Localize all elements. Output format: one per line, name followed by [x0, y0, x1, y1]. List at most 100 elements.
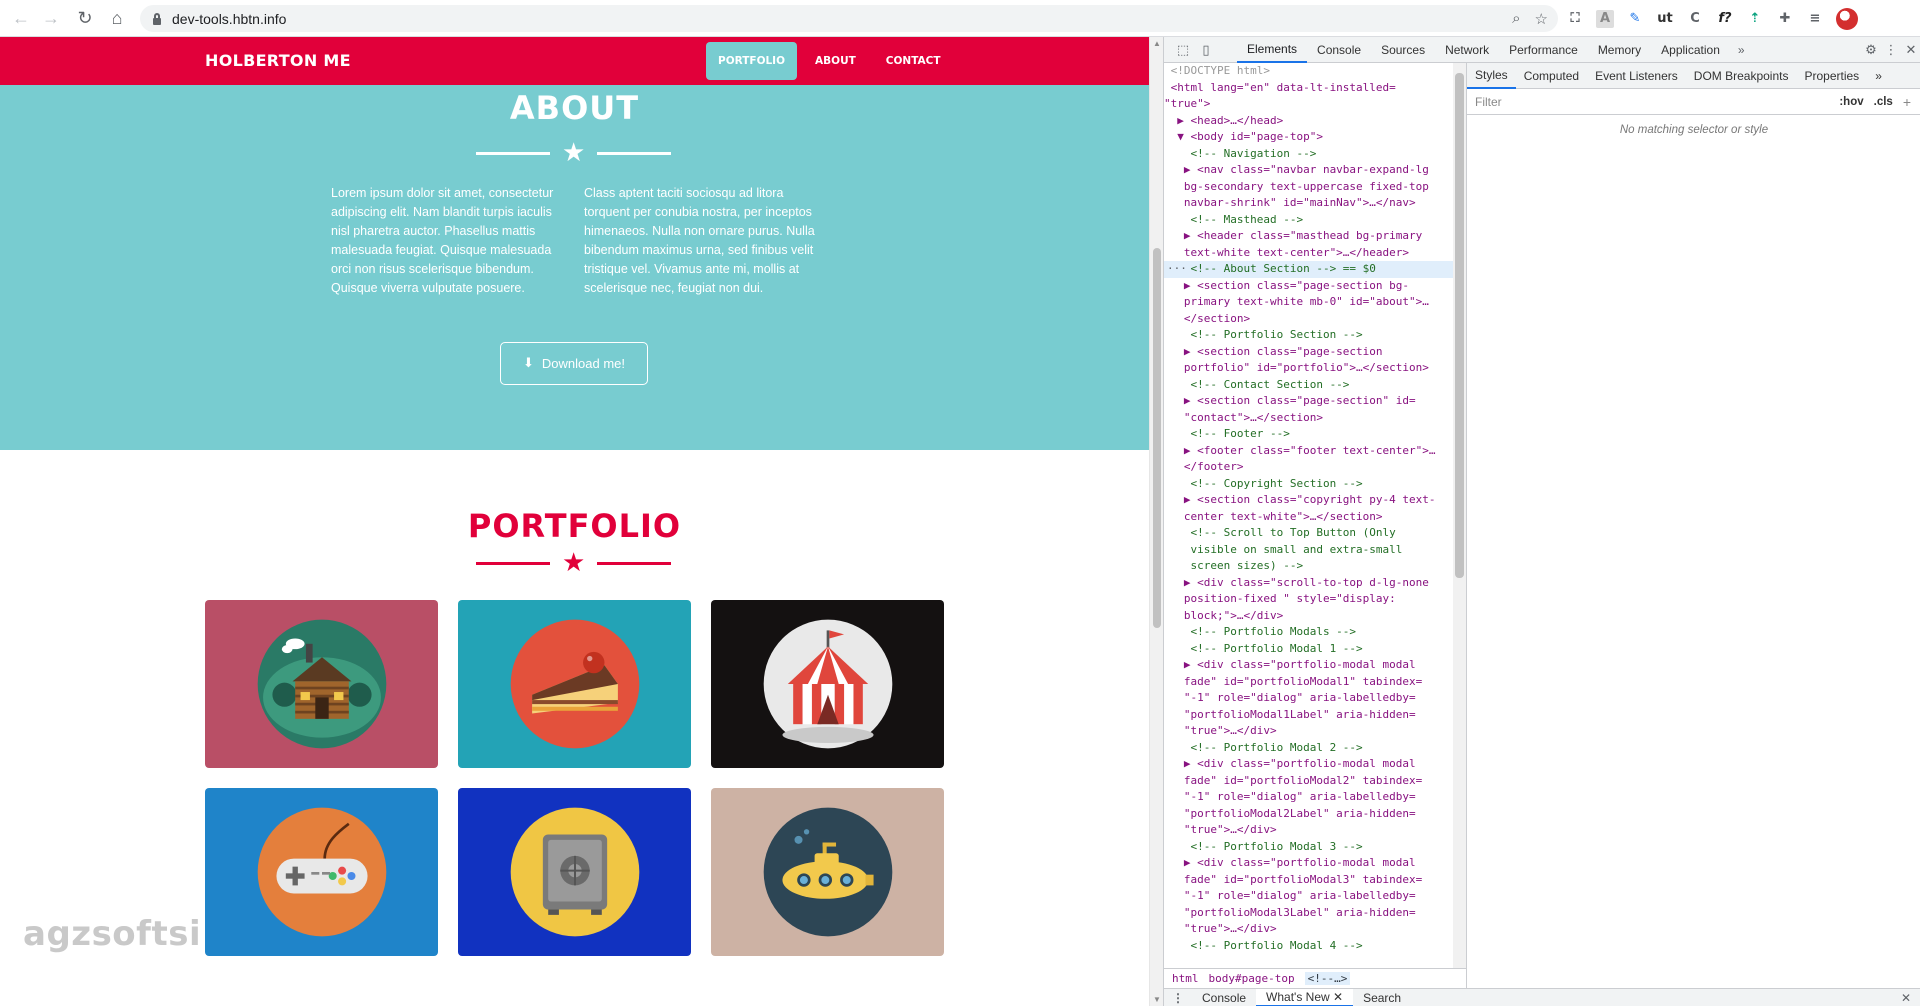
dom-node-line[interactable]: <!-- Footer -->	[1164, 426, 1453, 443]
dom-node-line[interactable]: ▶ <header class="masthead bg-primary	[1164, 228, 1453, 245]
dom-node-line[interactable]: <!DOCTYPE html>	[1164, 63, 1453, 80]
extension-arrow-icon[interactable]: ⇡	[1746, 10, 1764, 28]
dom-node-line[interactable]: ▶ <section class="page-section" id=	[1164, 393, 1453, 410]
dom-node-line[interactable]: <!-- Portfolio Modal 2 -->	[1164, 740, 1453, 757]
drawer-tab-search[interactable]: Search	[1353, 989, 1411, 1006]
dom-node-line[interactable]: <!-- Portfolio Modal 4 -->	[1164, 938, 1453, 955]
dom-node-line[interactable]: <!-- Portfolio Section -->	[1164, 327, 1453, 344]
dom-node-line[interactable]: center text-white">…</section>	[1164, 509, 1453, 526]
scroll-down-arrow-icon[interactable]: ▼	[1153, 995, 1161, 1004]
dom-node-line[interactable]: "true">…</div>	[1164, 822, 1453, 839]
dom-node-line[interactable]: "true">	[1164, 96, 1453, 113]
dom-node-line[interactable]: portfolio" id="portfolio">…</section>	[1164, 360, 1453, 377]
dom-node-line[interactable]: text-white text-center">…</header>	[1164, 245, 1453, 262]
crumb-html[interactable]: html	[1172, 972, 1199, 985]
hov-toggle[interactable]: :hov	[1839, 96, 1863, 108]
url-text[interactable]: dev-tools.hbtn.info	[172, 11, 286, 27]
forward-button[interactable]: →	[36, 3, 66, 33]
dom-node-line[interactable]: ▶ <div class="scroll-to-top d-lg-none	[1164, 575, 1453, 592]
dom-node-line[interactable]: <!-- Copyright Section -->	[1164, 476, 1453, 493]
elements-scrollbar[interactable]	[1453, 63, 1466, 968]
extension-a-icon[interactable]: A	[1596, 9, 1614, 28]
dom-node-line[interactable]: ▶ <head>…</head>	[1164, 113, 1453, 130]
portfolio-item-safe[interactable]	[458, 788, 691, 956]
extension-ut-icon[interactable]: ut	[1656, 10, 1674, 28]
page-scrollbar[interactable]: ▲ ▼	[1149, 37, 1163, 1006]
tab-styles[interactable]: Styles	[1467, 63, 1516, 89]
dom-node-line[interactable]: "-1" role="dialog" aria-labelledby=	[1164, 789, 1453, 806]
scroll-up-arrow-icon[interactable]: ▲	[1153, 39, 1161, 48]
dom-node-line[interactable]: navbar-shrink" id="mainNav">…</nav>	[1164, 195, 1453, 212]
more-options-icon[interactable]: ···	[1167, 261, 1187, 278]
portfolio-item-game[interactable]	[205, 788, 438, 956]
download-button[interactable]: ⬇ Download me!	[500, 342, 648, 385]
dom-node-line[interactable]: ▶ <div class="portfolio-modal modal	[1164, 855, 1453, 872]
dom-node-line[interactable]: ▶ <div class="portfolio-modal modal	[1164, 756, 1453, 773]
extension-c-icon[interactable]: C	[1686, 10, 1704, 28]
crumb-body[interactable]: body#page-top	[1209, 972, 1295, 985]
dom-node-line[interactable]: <html lang="en" data-lt-installed=	[1164, 80, 1453, 97]
drawer-tab-whats-new[interactable]: What's New ✕	[1256, 988, 1354, 1006]
dom-node-line[interactable]: <!-- Portfolio Modal 3 -->	[1164, 839, 1453, 856]
tab-elements[interactable]: Elements	[1237, 37, 1308, 63]
dom-node-line[interactable]: "true">…</div>	[1164, 921, 1453, 938]
puzzle-icon[interactable]: ✚	[1776, 10, 1794, 28]
more-tabs-button[interactable]: »	[1730, 37, 1753, 63]
tab-search-icon[interactable]: ⛶	[1566, 10, 1584, 28]
dom-node-line[interactable]: screen sizes) -->	[1164, 558, 1453, 575]
dom-node-line[interactable]: "-1" role="dialog" aria-labelledby=	[1164, 690, 1453, 707]
gear-icon[interactable]: ⚙	[1863, 42, 1879, 58]
portfolio-item-cake[interactable]	[458, 600, 691, 768]
dom-node-line[interactable]: fade" id="portfolioModal3" tabindex=	[1164, 872, 1453, 889]
dom-node-line[interactable]: ▼ <body id="page-top">	[1164, 129, 1453, 146]
site-brand[interactable]: HOLBERTON ME	[205, 51, 351, 70]
dom-node-line[interactable]: ▶ <section class="page-section	[1164, 344, 1453, 361]
dom-node-line[interactable]: ▶ <nav class="navbar navbar-expand-lg	[1164, 162, 1453, 179]
dom-node-line[interactable]: "true">…</div>	[1164, 723, 1453, 740]
dom-node-line[interactable]: block;">…</div>	[1164, 608, 1453, 625]
tab-application[interactable]: Application	[1651, 37, 1730, 63]
dom-node-line[interactable]: bg-secondary text-uppercase fixed-top	[1164, 179, 1453, 196]
extension-f-icon[interactable]: f?	[1716, 10, 1734, 28]
portfolio-item-circus[interactable]	[711, 600, 944, 768]
drawer-tab-console[interactable]: Console	[1192, 989, 1256, 1006]
add-style-rule-icon[interactable]: +	[1903, 94, 1911, 110]
bookmark-star-icon[interactable]: ☆	[1535, 10, 1548, 28]
dom-node-line[interactable]: <!-- Scroll to Top Button (Only	[1164, 525, 1453, 542]
dom-node-line[interactable]: primary text-white mb-0" id="about">…	[1164, 294, 1453, 311]
dom-node-line[interactable]: "portfolioModal3Label" aria-hidden=	[1164, 905, 1453, 922]
close-tab-icon[interactable]: ✕	[1333, 990, 1343, 1004]
dom-node-line[interactable]: visible on small and extra-small	[1164, 542, 1453, 559]
nav-link-portfolio[interactable]: PORTFOLIO	[706, 42, 798, 80]
dom-node-line[interactable]: <!-- Contact Section -->	[1164, 377, 1453, 394]
dom-node-line[interactable]: fade" id="portfolioModal1" tabindex=	[1164, 674, 1453, 691]
inspect-element-icon[interactable]: ⬚	[1175, 42, 1191, 58]
nav-link-about[interactable]: ABOUT	[803, 42, 868, 80]
extension-feather-icon[interactable]: ✎	[1626, 10, 1644, 28]
address-bar[interactable]: dev-tools.hbtn.info ⌕ ☆	[140, 5, 1558, 32]
dom-node-line[interactable]: </footer>	[1164, 459, 1453, 476]
elements-tree[interactable]: <!DOCTYPE html> <html lang="en" data-lt-…	[1164, 63, 1453, 968]
portfolio-item-submarine[interactable]	[711, 788, 944, 956]
close-drawer-icon[interactable]: ✕	[1901, 991, 1911, 1005]
tab-sources[interactable]: Sources	[1371, 37, 1435, 63]
dom-node-line[interactable]: "contact">…</section>	[1164, 410, 1453, 427]
dom-node-line[interactable]: <!-- Portfolio Modals -->	[1164, 624, 1453, 641]
tab-dom-breakpoints[interactable]: DOM Breakpoints	[1686, 63, 1797, 89]
dom-node-line[interactable]: ▶ <div class="portfolio-modal modal	[1164, 657, 1453, 674]
page-scrollbar-thumb[interactable]	[1153, 248, 1161, 628]
dom-node-line[interactable]: "portfolioModal2Label" aria-hidden=	[1164, 806, 1453, 823]
dom-node-line[interactable]: <!-- About Section --> == $0 ···	[1164, 261, 1453, 278]
dom-node-line[interactable]: </section>	[1164, 311, 1453, 328]
zoom-icon[interactable]: ⌕	[1512, 10, 1520, 27]
tab-console[interactable]: Console	[1307, 37, 1371, 63]
drawer-menu-icon[interactable]: ⋮	[1164, 991, 1192, 1005]
tab-memory[interactable]: Memory	[1588, 37, 1651, 63]
dom-node-line[interactable]: position-fixed " style="display:	[1164, 591, 1453, 608]
reload-button[interactable]: ↻	[70, 3, 100, 33]
profile-avatar[interactable]	[1836, 7, 1858, 30]
tab-properties[interactable]: Properties	[1796, 63, 1867, 89]
kebab-menu-icon[interactable]: ⋮	[1883, 42, 1899, 58]
tab-event-listeners[interactable]: Event Listeners	[1587, 63, 1686, 89]
home-button[interactable]: ⌂	[102, 3, 132, 33]
